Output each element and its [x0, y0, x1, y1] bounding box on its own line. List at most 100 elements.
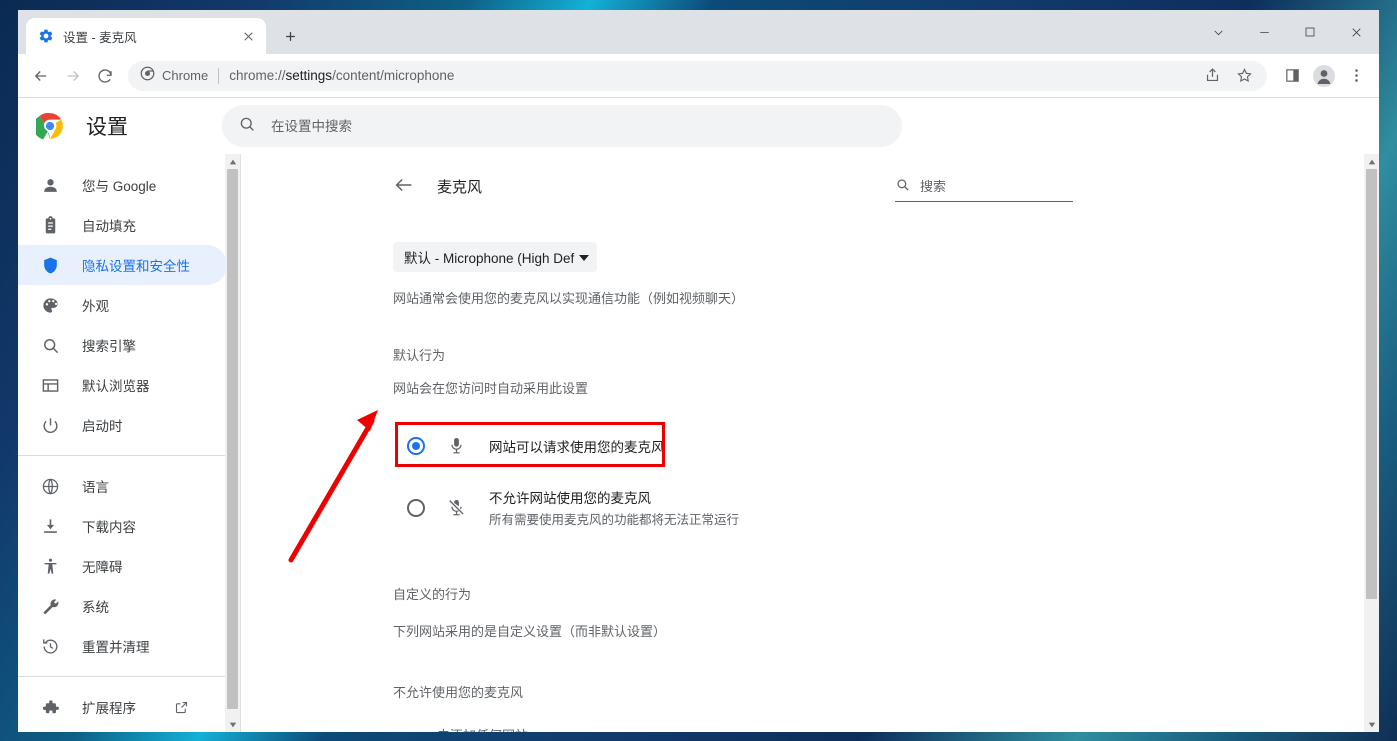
custom-behavior-label: 自定义的行为	[393, 587, 472, 602]
custom-behavior-description: 下列网站采用的是自定义设置（而非默认设置）	[393, 624, 667, 639]
sidebar-scroll-up-arrow-icon[interactable]	[225, 154, 240, 169]
sidebar-item-you-and-google[interactable]: 您与 Google	[18, 165, 227, 205]
sidebar-item-label: 您与 Google	[82, 179, 157, 194]
puzzle-icon	[40, 697, 60, 717]
page-title: 设置	[86, 116, 128, 139]
clipboard-icon	[40, 215, 60, 235]
side-panel-icon[interactable]	[1277, 61, 1307, 91]
accessibility-icon	[40, 556, 60, 576]
browser-window-icon	[40, 375, 60, 395]
sidebar-item-label: 无障碍	[82, 560, 123, 575]
settings-search-box[interactable]	[222, 105, 902, 147]
microphone-device-dropdown[interactable]: 默认 - Microphone (High Defin	[393, 242, 597, 272]
forward-button-icon[interactable]	[58, 61, 88, 91]
share-icon[interactable]	[1197, 61, 1227, 91]
sidebar-item-label: 默认浏览器	[82, 379, 150, 394]
tab-close-icon[interactable]	[238, 26, 258, 46]
sidebar-item-label: 系统	[82, 600, 109, 615]
page-scrollbar-thumb[interactable]	[1366, 169, 1377, 599]
omnibox-actions	[1197, 61, 1259, 91]
radio-option-allow-microphone[interactable]: 网站可以请求使用您的麦克风	[393, 419, 1073, 473]
subpage-search-input[interactable]	[920, 179, 1073, 194]
sidebar-item-default-browser[interactable]: 默认浏览器	[18, 365, 227, 405]
page-scrollbar[interactable]	[1364, 154, 1379, 732]
microphone-device-value: 默认 - Microphone (High Defin	[404, 251, 575, 266]
sidebar-item-search-engine[interactable]: 搜索引擎	[18, 325, 227, 365]
sidebar-item-appearance[interactable]: 外观	[18, 285, 227, 325]
settings-search-input[interactable]	[271, 118, 886, 134]
chrome-logo	[33, 112, 64, 140]
bookmark-star-icon[interactable]	[1229, 61, 1259, 91]
radio-option-block-sublabel: 所有需要使用麦克风的功能都将无法正常运行	[489, 513, 740, 527]
site-identity-chip[interactable]: Chrome	[140, 66, 208, 86]
chevron-down-icon	[579, 248, 589, 266]
sidebar-item-label: 自动填充	[82, 219, 136, 234]
search-icon	[238, 115, 256, 138]
search-icon	[40, 335, 60, 355]
radio-option-block-label: 不允许网站使用您的麦克风	[489, 491, 651, 506]
settings-header: 设置	[18, 98, 1379, 154]
settings-main-content: 麦克风 默认 - Microphone (High Defin	[240, 154, 1364, 732]
omnibox-scheme-label: Chrome	[162, 68, 209, 83]
sidebar-item-privacy-and-security[interactable]: 隐私设置和安全性	[18, 245, 227, 285]
window-minimize-button[interactable]	[1241, 10, 1287, 54]
back-button-icon[interactable]	[26, 61, 56, 91]
sidebar-divider	[18, 676, 240, 677]
reload-button-icon[interactable]	[90, 61, 120, 91]
restore-icon	[40, 636, 60, 656]
microphone-off-icon	[447, 498, 467, 518]
three-dot-menu-icon[interactable]	[1341, 61, 1371, 91]
sidebar-item-autofill[interactable]: 自动填充	[18, 205, 227, 245]
address-bar[interactable]: Chrome chrome://settings/content/microph…	[128, 60, 1267, 91]
radio-option-block-microphone[interactable]: 不允许网站使用您的麦克风 所有需要使用麦克风的功能都将无法正常运行	[393, 473, 1073, 542]
window-maximize-button[interactable]	[1287, 10, 1333, 54]
default-behavior-label: 默认行为	[393, 348, 446, 363]
tab-strip: 设置 - 麦克风	[18, 10, 1379, 54]
person-icon	[40, 175, 60, 195]
tab-title: 设置 - 麦克风	[63, 30, 137, 45]
blocked-group-label: 不允许使用您的麦克风	[393, 685, 524, 700]
default-behavior-description: 网站会在您访问时自动采用此设置	[393, 381, 589, 396]
radio-button-block[interactable]	[407, 498, 425, 517]
sidebar-item-extensions[interactable]: 扩展程序	[18, 687, 227, 727]
blocked-empty-note: 未添加任何网站	[437, 725, 1073, 732]
sidebar-item-downloads[interactable]: 下载内容	[18, 506, 227, 546]
microphone-description: 网站通常会使用您的麦克风以实现通信功能（例如视频聊天）	[393, 291, 745, 306]
microphone-icon	[447, 436, 467, 456]
sidebar-item-label: 启动时	[82, 419, 123, 434]
power-icon	[40, 415, 60, 435]
sidebar-item-label: 下载内容	[82, 520, 136, 535]
omnibox-url: chrome://settings/content/microphone	[229, 68, 454, 83]
sidebar-scrollbar[interactable]	[225, 154, 240, 732]
profile-avatar-icon[interactable]	[1309, 61, 1339, 91]
external-link-icon[interactable]	[174, 700, 189, 715]
sidebar-item-label: 语言	[82, 480, 109, 495]
globe-icon	[40, 476, 60, 496]
sidebar-item-label: 搜索引擎	[82, 339, 136, 354]
sidebar-scrollbar-thumb[interactable]	[227, 169, 238, 709]
wrench-icon	[40, 596, 60, 616]
sidebar-item-languages[interactable]: 语言	[18, 466, 227, 506]
sidebar-item-system[interactable]: 系统	[18, 586, 227, 626]
radio-button-allow[interactable]	[407, 437, 425, 455]
palette-icon	[40, 295, 60, 315]
tab-search-chevron-down-icon[interactable]	[1195, 10, 1241, 54]
browser-tab[interactable]: 设置 - 麦克风	[26, 18, 266, 54]
sidebar-item-on-startup[interactable]: 启动时	[18, 405, 227, 445]
settings-sidebar: 您与 Google 自动填充 隐私设置和安全性 外观 搜索引擎 默认浏览器 启动…	[18, 154, 240, 732]
sidebar-item-label: 扩展程序	[82, 701, 136, 716]
sidebar-item-accessibility[interactable]: 无障碍	[18, 546, 227, 586]
page-scroll-up-arrow-icon[interactable]	[1364, 154, 1379, 169]
subpage-title: 麦克风	[437, 178, 483, 196]
window-close-button[interactable]	[1333, 10, 1379, 54]
sidebar-item-reset-and-cleanup[interactable]: 重置并清理	[18, 626, 227, 666]
sidebar-divider	[18, 455, 240, 456]
gear-icon	[38, 28, 54, 44]
chrome-circle-icon	[140, 66, 155, 86]
back-arrow-icon[interactable]	[393, 174, 417, 198]
sidebar-item-about-chrome[interactable]: 关于 Chrome	[18, 727, 227, 732]
sidebar-scroll-down-arrow-icon[interactable]	[225, 717, 240, 732]
page-scroll-down-arrow-icon[interactable]	[1364, 717, 1379, 732]
subpage-search-box[interactable]	[895, 177, 1073, 202]
new-tab-button[interactable]	[276, 22, 304, 50]
